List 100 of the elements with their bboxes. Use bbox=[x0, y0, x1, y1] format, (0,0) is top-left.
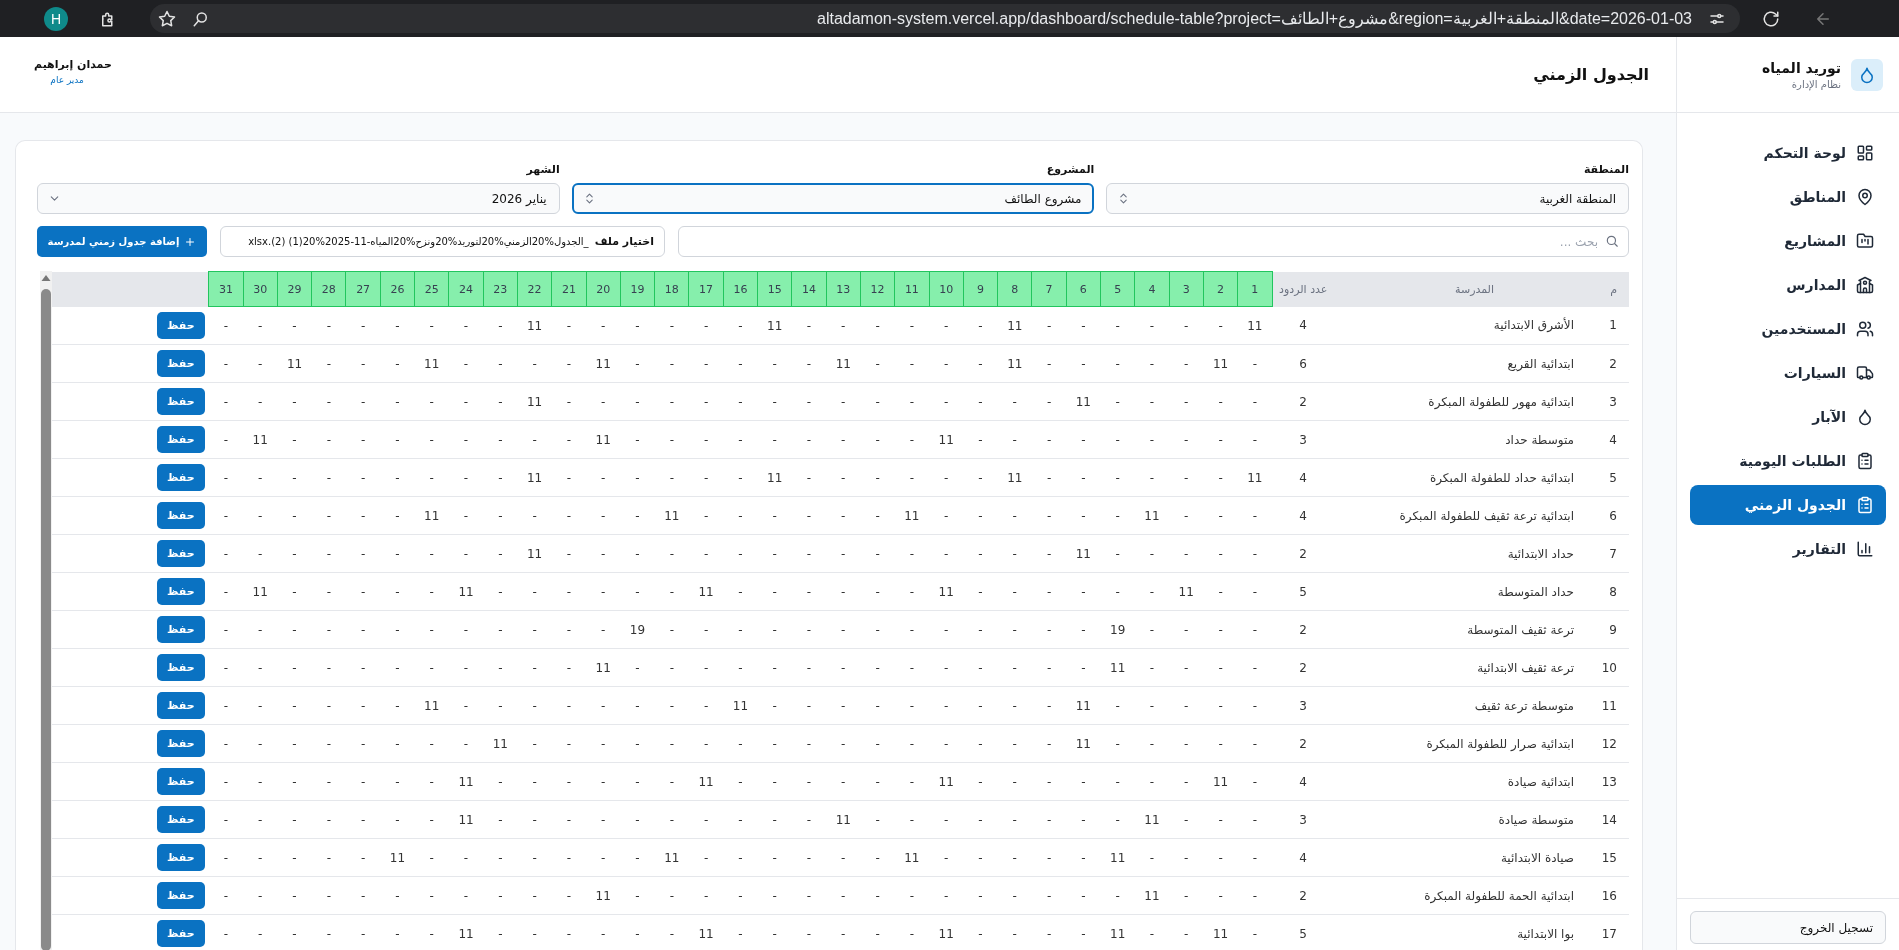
table-cell: - bbox=[963, 420, 998, 459]
table-cell: - bbox=[517, 648, 552, 687]
profile-avatar[interactable]: H bbox=[44, 6, 68, 31]
save-button[interactable]: حفظ bbox=[156, 920, 205, 947]
save-button[interactable]: حفظ bbox=[156, 768, 205, 795]
table-cell: 6 bbox=[1594, 496, 1629, 535]
address-bar[interactable]: altadamon-system.vercel.app/dashboard/schedule-table?project=مشروع+الطائف&region=المنطقة+الغربية&date=2026-01-03 bbox=[150, 4, 1740, 33]
table-cell: - bbox=[1169, 344, 1204, 383]
table-cell: - bbox=[1203, 496, 1238, 535]
table-cell: - bbox=[311, 724, 346, 763]
school-name: ابتدائية ترعة ثقيف للطفولة المبكرة bbox=[1334, 496, 1594, 535]
dropdown[interactable]: يناير 2026 bbox=[37, 183, 560, 214]
school-name: حداد المتوسطة bbox=[1334, 572, 1594, 611]
brand-subtitle: نظام الإدارة bbox=[1790, 78, 1841, 90]
table-cell: - bbox=[586, 686, 621, 725]
table-cell: - bbox=[448, 876, 484, 915]
sidebar-item[interactable]: لوحة التحكم bbox=[1690, 133, 1886, 173]
table-cell: - bbox=[1169, 458, 1204, 497]
table-cell: - bbox=[586, 800, 621, 839]
sidebar-item[interactable]: المستخدمين bbox=[1690, 309, 1886, 349]
table-cell: - bbox=[517, 838, 552, 877]
dropdown[interactable]: المنطقة الغربية bbox=[1106, 183, 1629, 214]
search-field[interactable]: بحث ... bbox=[678, 226, 1629, 257]
table-cell: - bbox=[380, 420, 415, 459]
choose-file-button[interactable]: اختيار ملف bbox=[594, 235, 654, 248]
sidebar-item[interactable]: الطلبات اليومية bbox=[1690, 441, 1886, 481]
table-cell: - bbox=[757, 800, 792, 839]
table-cell: - bbox=[688, 420, 724, 459]
table-cell: - bbox=[860, 382, 895, 421]
save-button[interactable]: حفظ bbox=[156, 616, 205, 643]
table-cell: 11 bbox=[448, 800, 484, 839]
save-button[interactable]: حفظ bbox=[156, 882, 205, 909]
table-cell: - bbox=[826, 914, 861, 950]
table-cell: - bbox=[243, 838, 278, 877]
save-button[interactable]: حفظ bbox=[156, 844, 205, 871]
save-button[interactable]: حفظ bbox=[156, 654, 205, 681]
logout-button[interactable]: تسجيل الخروج bbox=[1690, 911, 1886, 944]
user-role: مدير عام bbox=[50, 75, 84, 85]
table-cell: - bbox=[757, 876, 792, 915]
table-cell: - bbox=[243, 876, 278, 915]
table-cell: - bbox=[380, 496, 415, 535]
table-cell: - bbox=[380, 534, 415, 573]
table-cell: - bbox=[346, 724, 381, 763]
table-cell: - bbox=[929, 686, 964, 725]
table-cell: - bbox=[1100, 876, 1135, 915]
save-button[interactable]: حفظ bbox=[156, 540, 205, 567]
table-cell: 11 bbox=[483, 724, 518, 763]
save-button[interactable]: حفظ bbox=[156, 464, 205, 491]
table-cell: - bbox=[1169, 610, 1204, 649]
table-cell: - bbox=[723, 876, 758, 915]
save-button[interactable]: حفظ bbox=[156, 806, 205, 833]
clipboard-icon bbox=[1856, 452, 1874, 470]
table-cell: 11 bbox=[243, 420, 278, 459]
reload-icon[interactable] bbox=[1762, 9, 1780, 28]
save-button[interactable]: حفظ bbox=[156, 502, 205, 529]
table-cell: - bbox=[654, 534, 689, 573]
table-cell: - bbox=[1134, 344, 1170, 383]
table-cell: - bbox=[483, 382, 518, 421]
table-cell: - bbox=[654, 306, 689, 345]
table-cell: - bbox=[654, 572, 689, 611]
day-header: 21 bbox=[551, 271, 587, 307]
table-cell: - bbox=[1237, 838, 1272, 877]
sidebar-item[interactable]: السيارات bbox=[1690, 353, 1886, 393]
table-cell: - bbox=[277, 382, 312, 421]
table-cell: - bbox=[517, 686, 552, 725]
star-icon[interactable] bbox=[158, 9, 176, 28]
table-cell: 11 bbox=[1134, 800, 1170, 839]
sidebar-item[interactable]: الجدول الزمني bbox=[1690, 485, 1886, 525]
save-button[interactable]: حفظ bbox=[156, 388, 205, 415]
add-schedule-button[interactable]: إضافة جدول زمني لمدرسة bbox=[37, 226, 207, 257]
save-button[interactable]: حفظ bbox=[156, 350, 205, 377]
sidebar-item[interactable]: المشاريع bbox=[1690, 221, 1886, 261]
file-input[interactable]: اختيار ملف _الجدول%20الزمني%20لتوريد%20ونزح%20المياه-11-2025%20(1) (2).xlsx bbox=[220, 226, 665, 257]
table-cell: - bbox=[620, 800, 655, 839]
save-button[interactable]: حفظ bbox=[156, 311, 205, 339]
table-cell: - bbox=[654, 648, 689, 687]
table-cell: - bbox=[791, 496, 827, 535]
save-button[interactable]: حفظ bbox=[156, 578, 205, 605]
dropdown[interactable]: مشروع الطائف bbox=[571, 183, 1095, 214]
table-cell: - bbox=[448, 686, 484, 725]
table-cell: - bbox=[277, 458, 312, 497]
droplet-icon bbox=[1856, 408, 1874, 426]
table-cell: - bbox=[654, 610, 689, 649]
save-button[interactable]: حفظ bbox=[156, 730, 205, 757]
table-cell: - bbox=[1203, 876, 1238, 915]
sidebar-item[interactable]: التقارير bbox=[1690, 529, 1886, 569]
table-cell: 6 bbox=[1272, 344, 1334, 383]
save-button[interactable]: حفظ bbox=[156, 426, 205, 453]
table-cell: 11 bbox=[929, 572, 964, 611]
sidebar-item[interactable]: المدارس bbox=[1690, 265, 1886, 305]
table-cell: 4 bbox=[1272, 458, 1334, 497]
field-label: الشهر bbox=[525, 163, 560, 177]
sidebar-item[interactable]: المناطق bbox=[1690, 177, 1886, 217]
table-cell: - bbox=[1100, 344, 1135, 383]
magnifier-icon[interactable] bbox=[192, 9, 210, 28]
table-cell: - bbox=[894, 686, 930, 725]
table-cell: - bbox=[1237, 572, 1272, 611]
day-header: 26 bbox=[380, 271, 415, 307]
sidebar-item[interactable]: الآبار bbox=[1690, 397, 1886, 437]
save-button[interactable]: حفظ bbox=[156, 692, 205, 719]
